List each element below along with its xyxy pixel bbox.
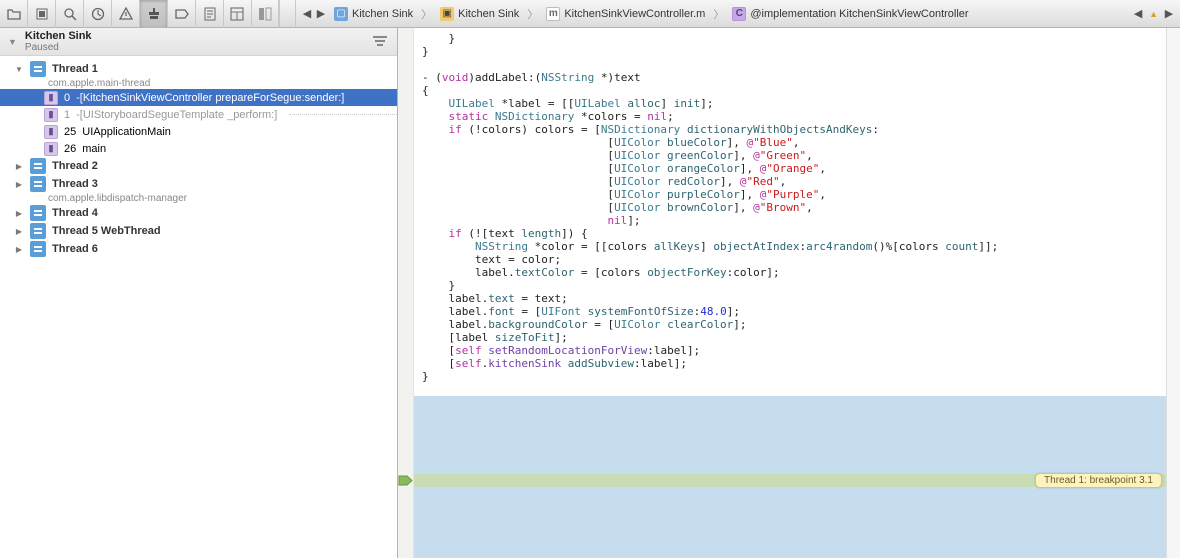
stack-frame[interactable]: ▮ 25 UIApplicationMain	[0, 123, 397, 140]
instruction-pointer-icon	[398, 474, 414, 487]
frame-user-icon: ▮	[44, 91, 58, 105]
breakpoint-navigator-icon[interactable]	[168, 0, 196, 28]
folder-navigator-icon[interactable]	[0, 0, 28, 28]
jumpbar-c-icon: C	[732, 7, 746, 21]
frame-user-icon: ▮	[44, 125, 58, 139]
thread-queue: com.apple.main-thread	[0, 78, 397, 89]
log-navigator-icon[interactable]	[196, 0, 224, 28]
jump-next-icon[interactable]: ▶	[1162, 7, 1176, 20]
jumpbar-seg-0[interactable]: ▢ Kitchen Sink	[328, 7, 419, 21]
history-forward-icon[interactable]: ▶	[314, 7, 328, 20]
issues-icon[interactable]: ▲	[1149, 9, 1158, 19]
clock-navigator-icon[interactable]	[84, 0, 112, 28]
stack-frame[interactable]: ▮ 0 -[KitchenSinkViewController prepareFor…	[0, 89, 397, 106]
jumpbar-seg-3[interactable]: C @implementation KitchenSinkViewControll…	[726, 7, 974, 21]
stack-frame[interactable]: ▮ 26 main	[0, 140, 397, 157]
thread-name: Thread 1	[52, 63, 98, 75]
stack-frame[interactable]: ▮ 1 -[UIStoryboardSegueTemplate _perform:]	[0, 106, 397, 123]
disclosure-icon[interactable]: ▼	[8, 37, 17, 47]
process-state: Paused	[25, 42, 92, 53]
thread-name: Thread 4	[52, 207, 98, 219]
frame-index: 26	[64, 143, 76, 155]
jumpbar-seg-1[interactable]: ▣ Kitchen Sink	[434, 7, 525, 21]
issue-navigator-icon[interactable]	[112, 0, 140, 28]
frame-label: -[KitchenSinkViewController prepareForSe…	[76, 92, 344, 104]
jump-prev-icon[interactable]: ◀	[1131, 7, 1145, 20]
symbol-navigator-icon[interactable]	[28, 0, 56, 28]
thread-header[interactable]: ▶Thread 4	[0, 204, 397, 222]
frame-label: main	[82, 143, 106, 155]
thread-header[interactable]: ▶Thread 2	[0, 157, 397, 175]
jumpbar-m-icon: m	[546, 7, 560, 21]
counterpart-icon[interactable]	[252, 0, 280, 28]
jumpbar-folder-icon: ▣	[440, 7, 454, 21]
frame-user-icon: ▮	[44, 142, 58, 156]
thread-name: Thread 2	[52, 160, 98, 172]
scroll-strip[interactable]	[1166, 28, 1180, 558]
navigator-selector	[0, 0, 224, 27]
frame-label: -[UIStoryboardSegueTemplate _perform:]	[76, 109, 277, 121]
jumpbar-label: Kitchen Sink	[352, 8, 413, 20]
process-header[interactable]: ▼ Kitchen Sink Paused	[0, 28, 397, 56]
search-navigator-icon[interactable]	[56, 0, 84, 28]
debug-navigator: ▼ Kitchen Sink Paused ▼Thread 1com.apple…	[0, 28, 398, 558]
frame-label: UIApplicationMain	[82, 126, 171, 138]
jumpbar-seg-2[interactable]: m KitchenSinkViewController.m	[540, 7, 711, 21]
frame-user-icon: ▮	[44, 108, 58, 122]
thread-name: Thread 5 WebThread	[52, 225, 161, 237]
jumpbar-label: KitchenSinkViewController.m	[564, 8, 705, 20]
navigator-and-jumpbar: ◀ ▶ ▢Kitchen Sink〉▣Kitchen Sink〉mKitchen…	[0, 0, 1180, 28]
frame-index: 1	[64, 109, 70, 121]
minimap-icon[interactable]	[224, 0, 252, 28]
debug-navigator-icon[interactable]	[140, 0, 168, 28]
jumpbar-label: Kitchen Sink	[458, 8, 519, 20]
thread-header[interactable]: ▶Thread 3	[0, 175, 397, 193]
filter-icon[interactable]	[371, 33, 389, 51]
thread-header[interactable]: ▶Thread 6	[0, 240, 397, 258]
thread-queue: com.apple.libdispatch-manager	[0, 193, 397, 204]
thread-name: Thread 3	[52, 178, 98, 190]
jumpbar-label: @implementation KitchenSinkViewControlle…	[750, 8, 968, 20]
gutter[interactable]	[398, 28, 414, 558]
jumpbar-proj-icon: ▢	[334, 7, 348, 21]
thread-name: Thread 6	[52, 243, 98, 255]
frame-index: 25	[64, 126, 76, 138]
thread-header[interactable]: ▶Thread 5 WebThread	[0, 222, 397, 240]
history-back-icon[interactable]: ◀	[300, 7, 314, 20]
source-editor: } } - (void)addLabel:(NSString *)text { …	[398, 28, 1180, 558]
jump-bar[interactable]: ◀ ▶ ▢Kitchen Sink〉▣Kitchen Sink〉mKitchen…	[296, 0, 1131, 27]
process-name: Kitchen Sink	[25, 30, 92, 42]
breakpoint-badge[interactable]: Thread 1: breakpoint 3.1	[1035, 473, 1162, 488]
thread-header[interactable]: ▼Thread 1	[0, 60, 397, 78]
code-area[interactable]: } } - (void)addLabel:(NSString *)text { …	[414, 28, 1166, 558]
frame-index: 0	[64, 92, 70, 104]
